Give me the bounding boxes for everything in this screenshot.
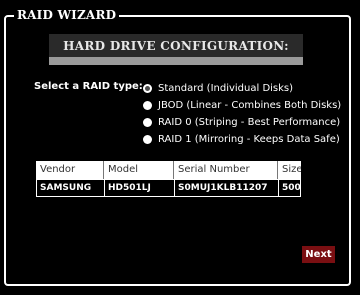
wizard-title: RAID WIZARD [14,8,120,22]
radio-standard[interactable] [143,83,152,93]
column-header-model: Model [104,161,174,179]
table-row: SAMSUNG HD501LJ S0MUJ1KLB11207 500 GB [36,179,301,197]
raid-option-jbod[interactable]: JBOD (Linear - Combines Both Disks) [143,97,341,113]
raid-wizard: RAID WIZARD HARD DRIVE CONFIGURATION: Se… [0,0,360,295]
raid-option-label: RAID 0 (Striping - Best Performance) [158,116,341,128]
cell-model: HD501LJ [105,180,175,196]
raid-option-label: RAID 1 (Mirroring - Keeps Data Safe) [158,133,340,145]
table-header: Vendor Model Serial Number Size [36,161,301,179]
radio-jbod[interactable] [143,100,152,110]
cell-serial: S0MUJ1KLB11207 [175,180,279,196]
raid-option-label: Standard (Individual Disks) [158,82,294,94]
radio-raid1[interactable] [143,134,152,144]
disk-table: Vendor Model Serial Number Size SAMSUNG … [36,161,301,197]
banner-strip [49,57,303,65]
raid-option-label: JBOD (Linear - Combines Both Disks) [158,99,342,111]
raid-type-label: Select a RAID type: [34,81,143,92]
raid-option-raid0[interactable]: RAID 0 (Striping - Best Performance) [143,114,340,130]
raid-option-raid1[interactable]: RAID 1 (Mirroring - Keeps Data Safe) [143,131,340,147]
column-header-vendor: Vendor [36,161,104,179]
cell-size: 500 GB [282,183,300,193]
next-button[interactable]: Next [302,246,335,263]
column-header-serial: Serial Number [174,161,278,179]
radio-raid0[interactable] [143,117,152,127]
cell-vendor: SAMSUNG [37,180,105,196]
raid-option-standard[interactable]: Standard (Individual Disks) [143,80,293,96]
banner-title: HARD DRIVE CONFIGURATION: [63,39,289,53]
config-banner: HARD DRIVE CONFIGURATION: [49,34,303,65]
column-header-size: Size [282,164,301,175]
